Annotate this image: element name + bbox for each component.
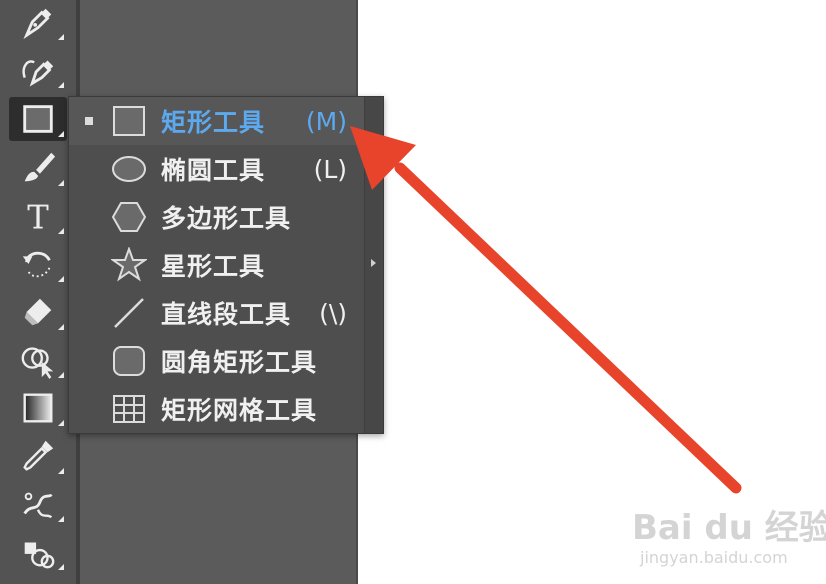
watermark-logo: Bai du 经验: [632, 508, 826, 548]
watermark-url: jingyan.baidu.com: [640, 548, 788, 567]
annotation-arrow: [350, 126, 742, 494]
